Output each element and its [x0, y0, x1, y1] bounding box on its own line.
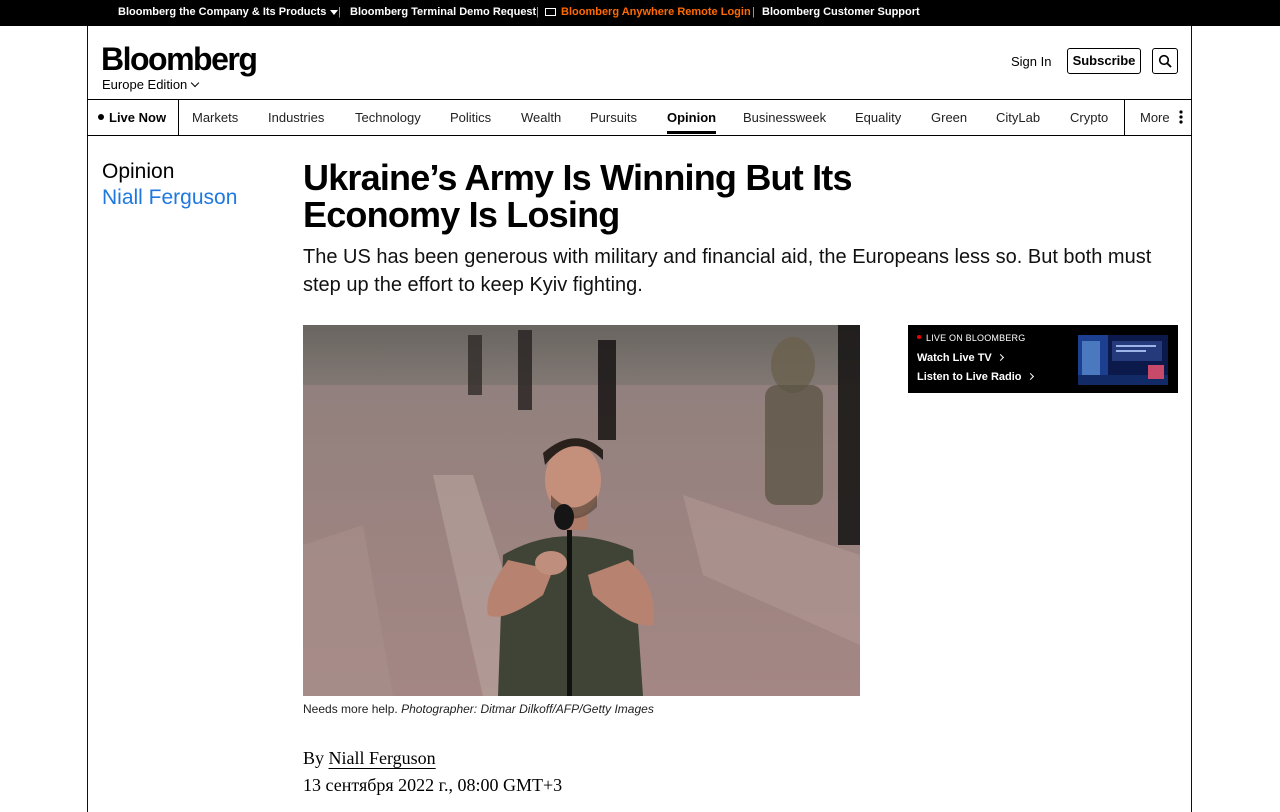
anywhere-login-link[interactable]: Bloomberg Anywhere Remote Login	[545, 6, 751, 18]
nav-opinion[interactable]: Opinion	[667, 110, 717, 134]
nav-live-now[interactable]: Live Now	[98, 110, 166, 125]
columnist-link[interactable]: Niall Ferguson	[102, 186, 237, 210]
watch-live-tv-label: Watch Live TV	[917, 352, 992, 364]
nav-wealth[interactable]: Wealth	[521, 110, 561, 125]
listen-live-radio-link[interactable]: Listen to Live Radio	[917, 371, 1034, 383]
more-vertical-icon	[1179, 110, 1183, 124]
live-tv-thumbnail[interactable]	[1078, 335, 1168, 385]
nav-pursuits[interactable]: Pursuits	[590, 110, 637, 125]
sign-in-link[interactable]: Sign In	[1011, 54, 1051, 69]
live-dot-icon	[98, 114, 104, 120]
topbar-separator: |	[338, 6, 341, 18]
nav-divider	[178, 100, 179, 135]
nav-technology[interactable]: Technology	[355, 110, 421, 125]
bloomberg-logo[interactable]: Bloomberg	[101, 41, 258, 78]
topbar-separator: |	[536, 6, 539, 18]
chevron-down-icon	[191, 78, 200, 88]
caption-credit: Photographer: Ditmar Dilkoff/AFP/Getty I…	[401, 702, 654, 716]
terminal-icon	[545, 8, 556, 16]
byline-author-link[interactable]: Niall Ferguson	[329, 748, 436, 768]
byline: By Niall Ferguson	[303, 748, 436, 769]
caption-text: Needs more help.	[303, 702, 398, 716]
main-nav: Live Now Markets Industries Technology P…	[87, 99, 1192, 136]
nav-green[interactable]: Green	[931, 110, 967, 125]
subscribe-button[interactable]: Subscribe	[1067, 48, 1141, 74]
live-red-dot-icon	[917, 335, 921, 339]
anywhere-login-label: Bloomberg Anywhere Remote Login	[561, 6, 751, 18]
nav-industries[interactable]: Industries	[268, 110, 324, 125]
nav-more[interactable]: More	[1140, 110, 1183, 125]
nav-citylab[interactable]: CityLab	[996, 110, 1040, 125]
company-products-menu[interactable]: Bloomberg the Company & Its Products	[118, 6, 339, 18]
photo-caption: Needs more help. Photographer: Ditmar Di…	[303, 702, 654, 716]
live-widget-title: LIVE ON BLOOMBERG	[917, 333, 1025, 343]
terminal-demo-link[interactable]: Bloomberg Terminal Demo Request	[350, 6, 536, 18]
more-label: More	[1140, 110, 1170, 125]
edition-selector[interactable]: Europe Edition	[102, 77, 200, 92]
nav-politics[interactable]: Politics	[450, 110, 491, 125]
chevron-right-icon	[1026, 372, 1034, 381]
nav-markets[interactable]: Markets	[192, 110, 238, 125]
search-button[interactable]	[1152, 48, 1178, 74]
corporate-top-bar: Bloomberg the Company & Its Products | B…	[0, 0, 1280, 26]
headline-line-1: Ukraine’s Army Is Winning But Its	[303, 157, 853, 198]
article-headline: Ukraine’s Army Is Winning But Its Econom…	[303, 159, 943, 233]
publish-date: 13 сентября 2022 г., 08:00 GMT+3	[303, 775, 563, 795]
article-photo	[303, 325, 860, 696]
customer-support-link[interactable]: Bloomberg Customer Support	[762, 6, 920, 18]
byline-prefix: By	[303, 748, 325, 768]
live-now-label: Live Now	[109, 110, 167, 125]
company-products-label: Bloomberg the Company & Its Products	[118, 6, 327, 18]
live-on-bloomberg-widget: LIVE ON BLOOMBERG Watch Live TV Listen t…	[908, 325, 1178, 393]
photo-illustration	[303, 325, 860, 696]
search-icon	[1158, 54, 1172, 68]
listen-live-radio-label: Listen to Live Radio	[917, 371, 1022, 383]
live-widget-title-text: LIVE ON BLOOMBERG	[926, 333, 1026, 343]
section-label[interactable]: Opinion	[102, 160, 174, 184]
headline-line-2: Economy Is Losing	[303, 194, 620, 235]
topbar-separator: |	[752, 6, 755, 18]
nav-businessweek[interactable]: Businessweek	[743, 110, 826, 125]
edition-label: Europe Edition	[102, 77, 188, 92]
chevron-right-icon	[996, 353, 1004, 362]
nav-crypto[interactable]: Crypto	[1070, 110, 1108, 125]
nav-divider	[1124, 100, 1125, 135]
watch-live-tv-link[interactable]: Watch Live TV	[917, 352, 1004, 364]
tv-studio-thumbnail-icon	[1078, 335, 1168, 385]
article-dek: The US has been generous with military a…	[303, 246, 1152, 296]
nav-equality[interactable]: Equality	[855, 110, 901, 125]
